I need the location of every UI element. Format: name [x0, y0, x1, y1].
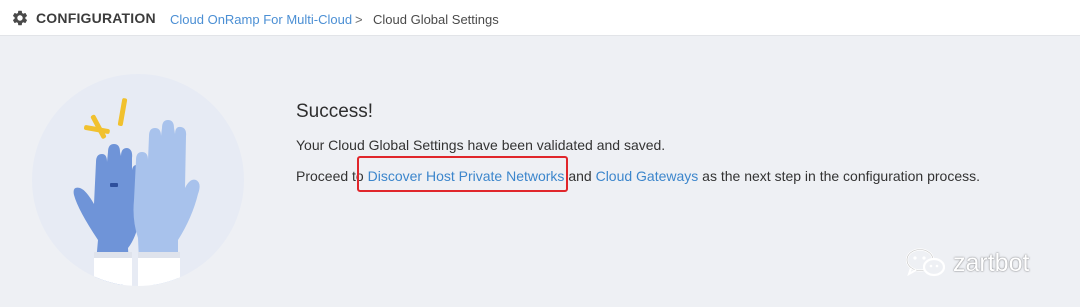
page-title: CONFIGURATION: [36, 10, 156, 26]
breadcrumb-current: Cloud Global Settings: [373, 12, 499, 27]
success-message: Your Cloud Global Settings have been val…: [296, 137, 666, 153]
breadcrumb-separator: >: [355, 12, 363, 27]
discover-host-private-networks-link[interactable]: Discover Host Private Networks: [368, 168, 565, 184]
next-step-message: Proceed to Discover Host Private Network…: [296, 168, 980, 184]
high-five-hands-illustration: [32, 74, 244, 286]
header-bar: CONFIGURATION Cloud OnRamp For Multi-Clo…: [0, 0, 1080, 36]
next-step-and: and: [564, 168, 596, 184]
success-title: Success!: [296, 101, 374, 122]
watermark-text: zartbot: [953, 248, 1030, 277]
next-step-prefix: Proceed to: [296, 168, 368, 184]
cloud-gateways-link[interactable]: Cloud Gateways: [596, 168, 699, 184]
wechat-logo-icon: [905, 248, 946, 277]
watermark: zartbot: [905, 246, 1029, 280]
breadcrumb-cloud-onramp-link[interactable]: Cloud OnRamp For Multi-Cloud: [170, 12, 352, 27]
next-step-suffix: as the next step in the configuration pr…: [698, 168, 981, 184]
gear-icon: [12, 10, 28, 26]
